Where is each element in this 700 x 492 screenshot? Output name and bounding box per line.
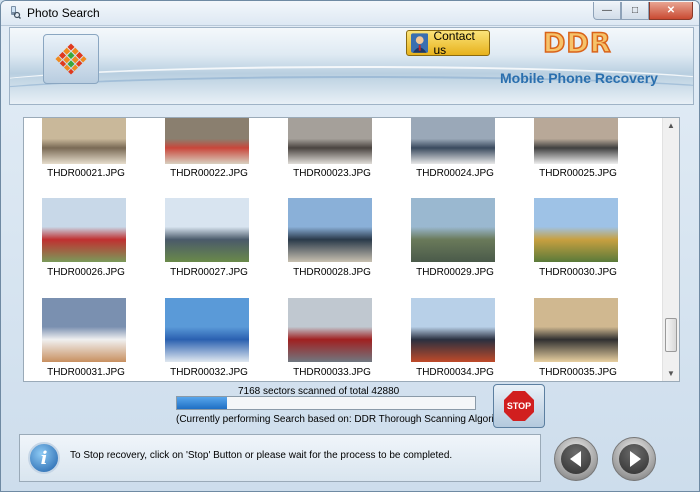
thumbnail-caption: THDR00032.JPG	[170, 367, 248, 378]
contact-us-button[interactable]: Contact us	[406, 29, 490, 57]
header-banner: Contact us DDR Mobile Phone Recovery	[9, 27, 694, 105]
photo-thumbnail[interactable]	[42, 118, 126, 164]
minimize-button[interactable]: —	[593, 2, 621, 20]
close-button[interactable]: ✕	[649, 2, 693, 20]
photo-thumbnail[interactable]	[534, 298, 618, 362]
window-title: Photo Search	[27, 6, 100, 20]
thumbnail-caption: THDR00023.JPG	[293, 168, 371, 179]
photo-thumbnail[interactable]	[42, 298, 126, 362]
thumbnail-caption: THDR00029.JPG	[416, 267, 494, 278]
app-window: Photo Search — □ ✕ Contact us DDR Mobile…	[0, 0, 700, 492]
thumbnail-caption: THDR00025.JPG	[539, 168, 617, 179]
scroll-thumb[interactable]	[665, 318, 677, 352]
scroll-down-icon[interactable]: ▼	[667, 369, 675, 378]
photo-thumbnail[interactable]	[411, 298, 495, 362]
thumbnail-caption: THDR00024.JPG	[416, 168, 494, 179]
back-button[interactable]	[554, 437, 598, 481]
photo-thumbnail[interactable]	[411, 198, 495, 262]
thumbnail-caption: THDR00033.JPG	[293, 367, 371, 378]
next-arrow-icon	[630, 451, 641, 467]
photo-thumbnail[interactable]	[165, 298, 249, 362]
brand-name: DDR	[542, 28, 612, 60]
photo-thumbnail[interactable]	[288, 118, 372, 164]
photo-thumbnail[interactable]	[42, 198, 126, 262]
footer-message: To Stop recovery, click on 'Stop' Button…	[70, 450, 453, 461]
close-icon: ✕	[666, 5, 676, 16]
thumbnail-caption: THDR00021.JPG	[47, 168, 125, 179]
person-icon	[411, 33, 429, 53]
stop-button[interactable]: STOP	[493, 384, 545, 428]
thumbnail-caption: THDR00027.JPG	[170, 267, 248, 278]
thumbnail-caption: THDR00028.JPG	[293, 267, 371, 278]
product-subtitle: Mobile Phone Recovery	[500, 70, 658, 86]
photo-thumbnail[interactable]	[288, 198, 372, 262]
photo-thumbnail[interactable]	[534, 198, 618, 262]
photo-thumbnail[interactable]	[165, 198, 249, 262]
back-arrow-icon	[569, 451, 581, 467]
scan-progress-fill	[177, 397, 227, 409]
thumbnail-grid: THDR00021.JPG THDR00022.JPG THDR00023.JPG T…	[24, 118, 664, 381]
stop-label: STOP	[506, 401, 532, 411]
photo-search-icon	[11, 6, 21, 19]
thumbnail-caption: THDR00026.JPG	[47, 267, 125, 278]
ddr-logo-icon	[55, 43, 87, 75]
vertical-scrollbar[interactable]: ▲ ▼	[662, 118, 679, 381]
thumbnail-caption: THDR00035.JPG	[539, 367, 617, 378]
maximize-icon: □	[631, 5, 639, 16]
title-bar: Photo Search — □ ✕	[1, 1, 699, 26]
algorithm-text: (Currently performing Search based on: D…	[176, 414, 514, 425]
thumbnail-caption: THDR00031.JPG	[47, 367, 125, 378]
maximize-button[interactable]: □	[621, 2, 649, 20]
photo-thumbnail[interactable]	[534, 118, 618, 164]
footer-info-bar: i To Stop recovery, click on 'Stop' Butt…	[19, 434, 541, 482]
info-icon: i	[28, 442, 60, 474]
ddr-logo	[43, 34, 99, 84]
photo-thumbnail[interactable]	[411, 118, 495, 164]
stop-sign-icon: STOP	[504, 391, 534, 421]
photo-thumbnail[interactable]	[288, 298, 372, 362]
thumbnail-caption: THDR00034.JPG	[416, 367, 494, 378]
thumbnail-caption: THDR00030.JPG	[539, 267, 617, 278]
next-button[interactable]	[612, 437, 656, 481]
thumbnail-caption: THDR00022.JPG	[170, 168, 248, 179]
scan-progress-bar	[176, 396, 476, 410]
contact-us-label: Contact us	[433, 29, 475, 57]
minimize-icon: —	[602, 5, 612, 16]
photo-thumbnail[interactable]	[165, 118, 249, 164]
thumbnail-panel: THDR00021.JPG THDR00022.JPG THDR00023.JPG T…	[23, 117, 680, 382]
scroll-up-icon[interactable]: ▲	[667, 121, 675, 130]
